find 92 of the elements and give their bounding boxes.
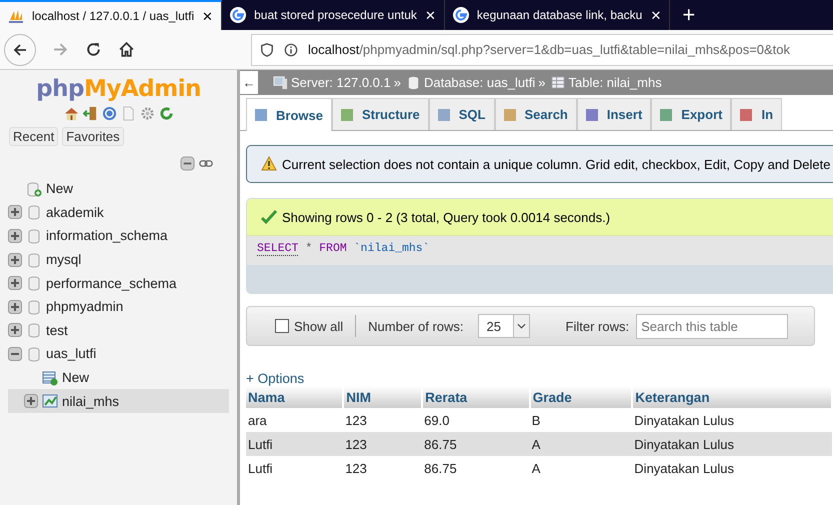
breadcrumb-link[interactable]: Server: 127.0.0.1 — [291, 75, 391, 90]
notice-message: Current selection does not contain a unique column. Grid edit, checkbox, Edit, Copy and Delete — [246, 145, 833, 183]
close-icon[interactable]: ✕ — [650, 8, 662, 22]
collapse-icon[interactable] — [8, 346, 22, 361]
table-cell: Dinyatakan Lulus — [632, 456, 832, 480]
back-button[interactable] — [4, 34, 36, 66]
table-cell: 123 — [343, 456, 422, 480]
sail-icon — [8, 8, 24, 24]
address-bar[interactable]: localhost/phpmyadmin/sql.php?server=1&db=uas_lutfi&table=nilai_mhs&pos=0&tok — [251, 34, 833, 66]
filter-field[interactable]: Search this table — [636, 314, 788, 338]
expand-icon[interactable] — [8, 276, 22, 290]
server-icon — [273, 75, 288, 90]
table-cell: 86.75 — [422, 432, 530, 456]
breadcrumb-separator: » — [538, 75, 546, 90]
table-icon — [550, 75, 566, 90]
caret-icon — [512, 315, 529, 337]
database-link[interactable]: information_schema — [46, 228, 168, 244]
table-cell: 123 — [343, 408, 422, 432]
new-tab-button[interactable]: + — [670, 0, 708, 30]
home-icon[interactable] — [118, 41, 135, 58]
table-cell: 69.0 — [422, 408, 530, 432]
database-icon — [26, 298, 42, 315]
table-cell: A — [530, 456, 632, 480]
quick-tab[interactable]: Recent — [9, 127, 58, 146]
database-link[interactable]: test — [46, 322, 68, 338]
table-cell: 86.75 — [422, 456, 530, 480]
database-link[interactable]: akademik — [46, 204, 104, 220]
table-cell: 123 — [343, 432, 422, 456]
table-cell: ara — [246, 408, 344, 432]
column-header[interactable]: Nama — [246, 386, 344, 408]
table-cell: Lutfi — [246, 456, 344, 480]
database-link[interactable]: uas_lutfi — [46, 346, 96, 362]
table-cell: Dinyatakan Lulus — [632, 432, 832, 456]
close-icon[interactable]: ✕ — [202, 8, 214, 24]
database-add-icon — [26, 180, 42, 197]
tab[interactable]: Browse — [246, 98, 332, 131]
browser-tab[interactable]: localhost / 127.0.0.1 / uas_lutfi ✕ — [0, 0, 222, 30]
tab[interactable]: SQL — [428, 98, 494, 130]
tree-item[interactable]: nilai_mhs — [8, 389, 229, 413]
expand-icon[interactable] — [24, 394, 38, 408]
database-icon — [26, 322, 42, 338]
filter-label: Filter rows: — [566, 318, 630, 334]
expand-icon[interactable] — [8, 323, 22, 338]
tab[interactable]: In — [731, 98, 782, 130]
database-icon — [26, 275, 42, 292]
table-cell: A — [530, 432, 632, 456]
reload-icon[interactable] — [85, 41, 102, 58]
collapse-all-icon[interactable] — [180, 156, 195, 171]
database-link[interactable]: mysql — [46, 252, 82, 268]
breadcrumb-link[interactable]: Database: uas_lutfi — [424, 75, 536, 90]
options-link[interactable]: + Options — [246, 371, 304, 386]
breadcrumb-separator: » — [394, 75, 401, 90]
warning-icon — [261, 156, 277, 172]
success-message: Showing rows 0 - 2 (3 total, Query took 0.0014 seconds.) — [247, 199, 833, 236]
tab[interactable]: Export — [651, 98, 732, 130]
close-icon[interactable]: ✕ — [424, 8, 436, 22]
database-icon — [26, 228, 42, 244]
expand-icon[interactable] — [8, 228, 22, 243]
table-cell: B — [530, 408, 632, 432]
quick-tab[interactable]: Favorites — [62, 127, 124, 146]
rows-select[interactable]: 25 — [478, 314, 530, 338]
column-header[interactable]: NIM — [343, 386, 422, 408]
sql-query: SELECT * FROM `nilai_mhs` — [247, 236, 833, 265]
tree-item[interactable]: New — [8, 366, 229, 390]
expand-icon[interactable] — [8, 300, 22, 314]
expand-icon[interactable] — [8, 252, 22, 267]
database-link[interactable]: New — [46, 181, 74, 196]
table-structure-icon — [42, 393, 58, 410]
table-add-icon — [42, 370, 58, 386]
expand-icon[interactable] — [8, 205, 22, 220]
settings-icon[interactable] — [140, 106, 154, 121]
column-header[interactable]: Grade — [530, 386, 632, 408]
tab[interactable]: Structure — [332, 98, 429, 130]
database-icon — [26, 346, 42, 362]
exit-door-icon[interactable] — [82, 106, 98, 121]
database-icon — [26, 204, 42, 220]
database-icon — [26, 252, 42, 268]
tab[interactable]: Search — [494, 98, 577, 130]
checkmark-icon — [261, 209, 277, 225]
breadcrumb-link[interactable]: Table: nilai_mhs — [568, 75, 662, 90]
database-link[interactable]: performance_schema — [46, 276, 177, 291]
database-link[interactable]: phpmyadmin — [46, 299, 124, 314]
table-cell: Lutfi — [246, 432, 344, 456]
tab[interactable]: Insert — [576, 98, 652, 130]
back-icon — [12, 42, 28, 58]
column-header[interactable]: Rerata — [422, 386, 530, 408]
table-cell: Dinyatakan Lulus — [632, 408, 832, 432]
logo-text: phpMyAdmin — [36, 76, 201, 102]
link-icon[interactable] — [199, 159, 213, 168]
rows-label: Number of rows: — [368, 318, 464, 334]
show-all-checkbox[interactable]: Show all — [275, 318, 344, 334]
column-header[interactable]: Keterangan — [632, 386, 832, 408]
